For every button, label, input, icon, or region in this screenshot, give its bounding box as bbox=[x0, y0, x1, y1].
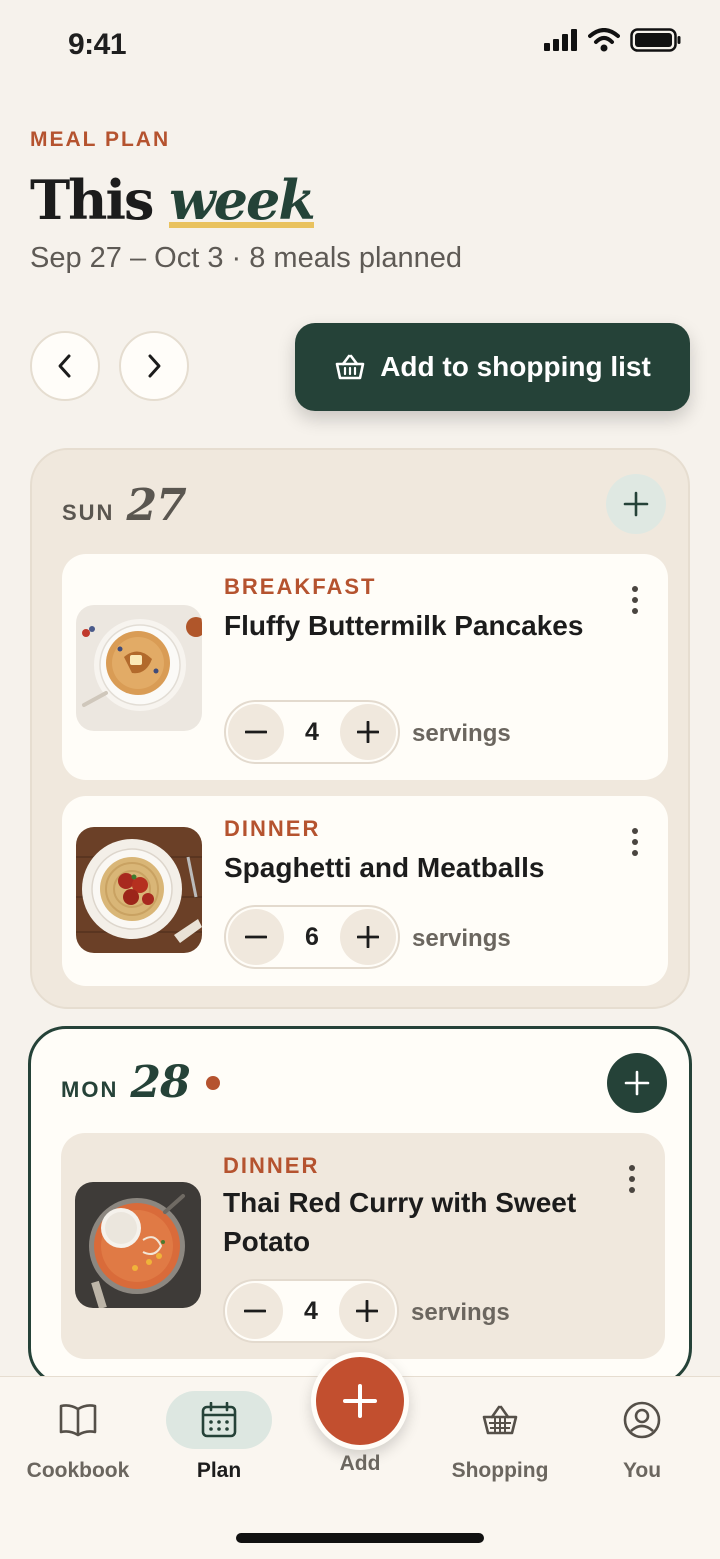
next-week-button[interactable] bbox=[119, 331, 189, 401]
minus-icon bbox=[245, 935, 267, 939]
meal-card[interactable]: DINNER Thai Red Curry with Sweet Potato … bbox=[61, 1133, 665, 1359]
meal-card[interactable]: DINNER Spaghetti and Meatballs 6 serving… bbox=[62, 796, 668, 986]
increase-servings-button[interactable] bbox=[339, 1283, 395, 1339]
meal-card[interactable]: BREAKFAST Fluffy Buttermilk Pancakes 4 s… bbox=[62, 554, 668, 780]
plus-icon bbox=[624, 1070, 650, 1096]
day-header: SUN 27 bbox=[62, 480, 187, 531]
add-meal-button[interactable] bbox=[606, 474, 666, 534]
decrease-servings-button[interactable] bbox=[228, 704, 284, 760]
servings-stepper: 6 bbox=[224, 905, 400, 969]
more-options-icon[interactable] bbox=[630, 828, 640, 856]
servings-stepper: 4 bbox=[223, 1279, 399, 1343]
page-title-main: This bbox=[30, 168, 154, 232]
page-subtitle: Sep 27 – Oct 3 · 8 meals planned bbox=[30, 242, 463, 274]
tab-plan[interactable]: Plan bbox=[149, 1391, 289, 1483]
basket-icon bbox=[447, 1391, 553, 1449]
meal-image-curry bbox=[75, 1182, 201, 1308]
day-header: MON 28 bbox=[61, 1057, 220, 1108]
servings-value: 6 bbox=[305, 922, 319, 951]
decrease-servings-button[interactable] bbox=[228, 909, 284, 965]
meal-image-spaghetti bbox=[76, 827, 202, 953]
servings-label: servings bbox=[411, 1299, 510, 1326]
chevron-right-icon bbox=[148, 354, 161, 378]
battery-icon bbox=[630, 28, 681, 52]
tab-label: Plan bbox=[196, 1459, 242, 1482]
meal-type: BREAKFAST bbox=[224, 574, 377, 599]
servings-label: servings bbox=[412, 720, 511, 747]
day-number: 27 bbox=[126, 480, 186, 531]
page-title: This week bbox=[30, 168, 462, 232]
meal-name[interactable]: Thai Red Curry with Sweet Potato bbox=[223, 1183, 603, 1261]
signal-icon bbox=[544, 29, 577, 51]
page-eyebrow: MEAL PLAN bbox=[30, 128, 171, 151]
basket-icon bbox=[335, 354, 365, 380]
day-card-monday: MON 28 DINNER Thai Red Curry with Sweet … bbox=[28, 1026, 692, 1386]
add-to-shopping-list-button[interactable]: Add to shopping list bbox=[295, 323, 690, 411]
day-of-week: MON bbox=[61, 1077, 119, 1102]
page-header: MEAL PLAN This week Sep 27 – Oct 3 · 8 m… bbox=[30, 128, 462, 275]
servings-value: 4 bbox=[304, 1296, 318, 1325]
servings-stepper: 4 bbox=[224, 700, 400, 764]
home-indicator bbox=[236, 1533, 484, 1543]
meal-image-pancakes bbox=[76, 605, 202, 731]
previous-week-button[interactable] bbox=[30, 331, 100, 401]
book-icon bbox=[25, 1391, 131, 1449]
chevron-left-icon bbox=[58, 354, 71, 378]
tab-label: Shopping bbox=[451, 1459, 549, 1482]
more-options-icon[interactable] bbox=[627, 1165, 637, 1193]
meal-name[interactable]: Fluffy Buttermilk Pancakes bbox=[224, 606, 604, 645]
meal-type: DINNER bbox=[224, 816, 321, 841]
minus-icon bbox=[245, 730, 267, 734]
today-indicator bbox=[205, 1075, 220, 1090]
tab-cookbook[interactable]: Cookbook bbox=[8, 1391, 148, 1483]
plus-icon bbox=[357, 721, 379, 743]
wifi-icon bbox=[588, 28, 620, 52]
meal-name[interactable]: Spaghetti and Meatballs bbox=[224, 848, 624, 887]
tab-shopping[interactable]: Shopping bbox=[430, 1391, 570, 1483]
increase-servings-button[interactable] bbox=[340, 704, 396, 760]
status-icons bbox=[544, 28, 682, 52]
tab-you[interactable]: You bbox=[572, 1391, 712, 1483]
minus-icon bbox=[244, 1309, 266, 1313]
status-bar: 9:41 bbox=[0, 0, 720, 90]
tab-label: You bbox=[622, 1459, 662, 1482]
servings-label: servings bbox=[412, 925, 511, 952]
day-of-week: SUN bbox=[62, 500, 115, 525]
tab-label: Cookbook bbox=[26, 1459, 130, 1482]
page-title-accent: week bbox=[169, 168, 316, 232]
increase-servings-button[interactable] bbox=[340, 909, 396, 965]
add-meal-button[interactable] bbox=[607, 1053, 667, 1113]
plus-icon bbox=[343, 1384, 377, 1418]
calendar-icon bbox=[166, 1391, 272, 1449]
decrease-servings-button[interactable] bbox=[227, 1283, 283, 1339]
add-fab-button[interactable] bbox=[311, 1352, 409, 1450]
plus-icon bbox=[356, 1300, 378, 1322]
tab-label-add: Add bbox=[339, 1452, 381, 1475]
add-to-shopping-list-label: Add to shopping list bbox=[380, 351, 651, 382]
servings-value: 4 bbox=[305, 717, 319, 746]
user-icon bbox=[589, 1391, 695, 1449]
meal-type: DINNER bbox=[223, 1153, 320, 1178]
plus-icon bbox=[623, 491, 649, 517]
status-time: 9:41 bbox=[68, 28, 127, 61]
day-card-sunday: SUN 27 BREAKFAST Fluffy Buttermilk Panca… bbox=[30, 448, 690, 1009]
day-number: 28 bbox=[130, 1057, 190, 1108]
plus-icon bbox=[357, 926, 379, 948]
more-options-icon[interactable] bbox=[630, 586, 640, 614]
